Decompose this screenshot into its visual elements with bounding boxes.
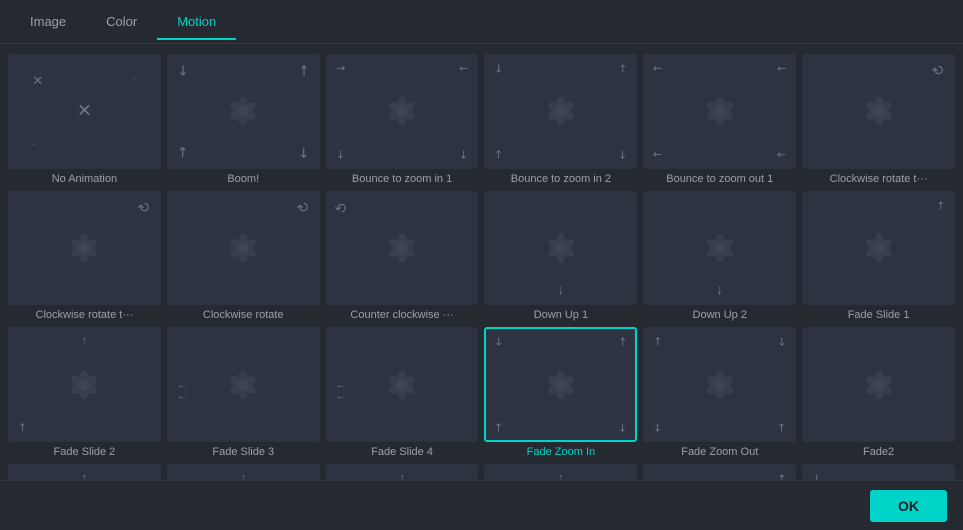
animation-item-fly-to-zoom-in[interactable]: ↗↻Fly to zoom in	[643, 464, 796, 480]
animation-thumb-flip-down1: ↑↓	[8, 464, 161, 480]
animation-label-fade-slide-2: Fade Slide 2	[8, 446, 161, 458]
animation-item-grow-shrink[interactable]: ↖↘Grow Shrink	[802, 464, 955, 480]
animation-label-clockwise-rotate-t2: Clockwise rotate t···	[8, 309, 161, 321]
animation-label-fade-zoom-in: Fade Zoom In	[484, 446, 637, 458]
animation-thumb-fly-to-zoom-in: ↗↻	[643, 464, 796, 480]
animation-label-down-up-1: Down Up 1	[484, 309, 637, 321]
animation-thumb-clockwise-rotate-t1: ↻	[802, 54, 955, 169]
animation-label-fade-slide-1: Fade Slide 1	[802, 309, 955, 321]
animation-thumb-clockwise-rotate: ↻	[167, 191, 320, 306]
animation-thumb-fade-slide-3: ←←	[167, 327, 320, 442]
animation-thumb-fade-slide-1: ↗	[802, 191, 955, 306]
animation-thumb-flip-up2: ↑↓	[484, 464, 637, 480]
animation-thumb-down-up-1: ↓	[484, 191, 637, 306]
animation-item-fade-slide-1[interactable]: ↗ Fade Slide 1	[802, 191, 955, 322]
animation-label-fade-zoom-out: Fade Zoom Out	[643, 446, 796, 458]
animation-thumb-clockwise-rotate-t2: ↻	[8, 191, 161, 306]
animation-thumb-counter-clockwise: ↺	[326, 191, 479, 306]
animation-item-clockwise-rotate[interactable]: ↻ Clockwise rotate	[167, 191, 320, 322]
animation-thumb-fade-zoom-in: ↖↗↙↘	[484, 327, 637, 442]
animation-item-flip-down2[interactable]: ↑↻Flip Down2	[167, 464, 320, 480]
animation-item-boom[interactable]: ↖↗↙↘ Boom!	[167, 54, 320, 185]
animation-thumb-bounce-zoom-in-1: ↙↖↗↘	[326, 54, 479, 169]
animation-label-fade2: Fade2	[802, 446, 955, 458]
animation-thumb-flip-up1: ↑↓	[326, 464, 479, 480]
animation-item-clockwise-rotate-t1[interactable]: ↻ Clockwise rotate t···	[802, 54, 955, 185]
animation-thumb-down-up-2: ↓	[643, 191, 796, 306]
animation-label-counter-clockwise: Counter clockwise ···	[326, 309, 479, 321]
animation-item-fade-slide-2[interactable]: ↙↑ Fade Slide 2	[8, 327, 161, 458]
tab-bar: Image Color Motion	[0, 0, 963, 44]
animation-item-fade2[interactable]: Fade2	[802, 327, 955, 458]
animation-thumb-fade2	[802, 327, 955, 442]
animation-label-boom: Boom!	[167, 173, 320, 185]
animation-item-fade-slide-4[interactable]: ←← Fade Slide 4	[326, 327, 479, 458]
tab-motion[interactable]: Motion	[157, 4, 236, 39]
animation-thumb-fade-slide-4: ←←	[326, 327, 479, 442]
animation-label-fade-slide-4: Fade Slide 4	[326, 446, 479, 458]
animation-label-clockwise-rotate-t1: Clockwise rotate t···	[802, 173, 955, 185]
animation-item-fade-zoom-in[interactable]: ↖↗↙↘ Fade Zoom In	[484, 327, 637, 458]
animation-item-bounce-zoom-in-1[interactable]: ↙↖↗↘ Bounce to zoom in 1	[326, 54, 479, 185]
tab-color[interactable]: Color	[86, 4, 157, 39]
animation-grid-container[interactable]: ✕··✕ No Animation ↖↗↙↘ Boom! ↙↖↗↘ Bounce to…	[0, 44, 963, 480]
animation-thumb-flip-down2: ↑↻	[167, 464, 320, 480]
animation-item-clockwise-rotate-t2[interactable]: ↻ Clockwise rotate t···	[8, 191, 161, 322]
animation-item-counter-clockwise[interactable]: ↺ Counter clockwise ···	[326, 191, 479, 322]
animation-thumb-bounce-zoom-in-2: ↖↗↙↘	[484, 54, 637, 169]
content-area: ✕··✕ No Animation ↖↗↙↘ Boom! ↙↖↗↘ Bounce to…	[0, 44, 963, 480]
footer: OK	[0, 480, 963, 530]
animation-item-flip-up1[interactable]: ↑↓Flip Up1	[326, 464, 479, 480]
animation-label-down-up-2: Down Up 2	[643, 309, 796, 321]
animation-thumb-fade-slide-2: ↙↑	[8, 327, 161, 442]
animation-item-no-animation[interactable]: ✕··✕ No Animation	[8, 54, 161, 185]
animation-thumb-fade-zoom-out: ↘↙↗↖	[643, 327, 796, 442]
animation-grid: ✕··✕ No Animation ↖↗↙↘ Boom! ↙↖↗↘ Bounce to…	[8, 54, 955, 480]
animation-item-down-up-1[interactable]: ↓ Down Up 1	[484, 191, 637, 322]
animation-label-no-animation: No Animation	[8, 173, 161, 185]
ok-button[interactable]: OK	[870, 490, 947, 522]
animation-item-down-up-2[interactable]: ↓ Down Up 2	[643, 191, 796, 322]
animation-thumb-boom: ↖↗↙↘	[167, 54, 320, 169]
animation-thumb-no-animation: ✕··✕	[8, 54, 161, 169]
animation-item-flip-down1[interactable]: ↑↓Flip Down1	[8, 464, 161, 480]
animation-item-bounce-zoom-in-2[interactable]: ↖↗↙↘ Bounce to zoom in 2	[484, 54, 637, 185]
animation-item-fade-zoom-out[interactable]: ↘↙↗↖ Fade Zoom Out	[643, 327, 796, 458]
animation-item-fade-slide-3[interactable]: ←← Fade Slide 3	[167, 327, 320, 458]
animation-thumb-grow-shrink: ↖↘	[802, 464, 955, 480]
animation-item-bounce-zoom-out-1[interactable]: ↗↖↘↙ Bounce to zoom out 1	[643, 54, 796, 185]
animation-label-bounce-zoom-in-1: Bounce to zoom in 1	[326, 173, 479, 185]
animation-label-fade-slide-3: Fade Slide 3	[167, 446, 320, 458]
animation-label-bounce-zoom-in-2: Bounce to zoom in 2	[484, 173, 637, 185]
animation-label-clockwise-rotate: Clockwise rotate	[167, 309, 320, 321]
animation-item-flip-up2[interactable]: ↑↓Flip Up2	[484, 464, 637, 480]
dialog: Image Color Motion ✕··✕ No Animation ↖↗↙↘…	[0, 0, 963, 530]
tab-image[interactable]: Image	[10, 4, 86, 39]
animation-label-bounce-zoom-out-1: Bounce to zoom out 1	[643, 173, 796, 185]
animation-thumb-bounce-zoom-out-1: ↗↖↘↙	[643, 54, 796, 169]
